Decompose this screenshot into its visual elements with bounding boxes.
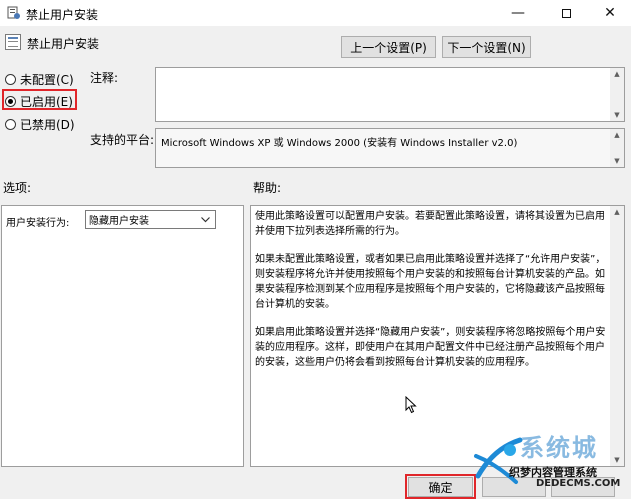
help-paragraph: 如果启用此策略设置并选择“隐藏用户安装”，则安装程序将忽略按照每个用户安装的应用…	[255, 327, 606, 368]
supported-label: 支持的平台:	[90, 133, 155, 147]
radio-enabled[interactable]: 已启用(E)	[5, 93, 73, 110]
next-setting-button[interactable]: 下一个设置(N)	[442, 36, 531, 58]
install-behavior-label: 用户安装行为:	[6, 218, 70, 229]
maximize-icon[interactable]	[543, 0, 589, 26]
radio-not-configured[interactable]: 未配置(C)	[5, 71, 74, 88]
policy-name: 禁止用户安装	[27, 37, 100, 51]
comment-scrollbar[interactable]: ▲ ▼	[610, 68, 624, 121]
mouse-cursor-icon	[405, 396, 417, 414]
radio-label: 已启用(E)	[20, 95, 73, 109]
policy-app-icon	[7, 6, 20, 19]
radio-label: 未配置(C)	[20, 73, 74, 87]
help-scrollbar[interactable]: ▲ ▼	[610, 206, 624, 466]
comment-textarea[interactable]: ▲ ▼	[155, 67, 625, 122]
supported-scrollbar[interactable]: ▲ ▼	[610, 129, 624, 167]
scroll-down-icon[interactable]: ▼	[610, 155, 624, 167]
policy-setting-icon	[5, 34, 21, 50]
help-paragraph: 使用此策略设置可以配置用户安装。若要配置此策略设置，请将其设置为已启用并使用下拉…	[255, 211, 605, 237]
radio-circle[interactable]	[5, 119, 16, 130]
radio-disabled[interactable]: 已禁用(D)	[5, 116, 75, 133]
radio-circle[interactable]	[5, 96, 16, 107]
help-paragraph: 如果未配置此策略设置，或者如果已启用此策略设置并选择了“允许用户安装”，则安装程…	[255, 254, 606, 310]
close-icon[interactable]: ✕	[587, 0, 631, 26]
options-label: 选项:	[3, 181, 32, 195]
chevron-down-icon	[201, 217, 210, 223]
ok-button[interactable]: 确定	[408, 477, 473, 497]
scroll-down-icon[interactable]: ▼	[610, 454, 624, 466]
scroll-down-icon[interactable]: ▼	[610, 109, 624, 121]
help-label: 帮助:	[253, 181, 282, 195]
comment-label: 注释:	[90, 71, 119, 85]
previous-setting-button[interactable]: 上一个设置(P)	[341, 36, 436, 58]
supported-platform-field: Microsoft Windows XP 或 Windows 2000 (安装有…	[155, 128, 625, 168]
dropdown-value: 隐藏用户安装	[89, 216, 149, 227]
scroll-up-icon[interactable]: ▲	[610, 68, 624, 80]
scroll-up-icon[interactable]: ▲	[610, 129, 624, 141]
options-panel: 用户安装行为: 隐藏用户安装	[1, 205, 244, 467]
supported-platform-value: Microsoft Windows XP 或 Windows 2000 (安装有…	[161, 138, 518, 149]
watermark-line2: DEDECMS.COM	[536, 478, 621, 489]
install-behavior-dropdown[interactable]: 隐藏用户安装	[85, 210, 216, 229]
window-title: 禁止用户安装	[26, 8, 99, 22]
scroll-up-icon[interactable]: ▲	[610, 206, 624, 218]
watermark-brand: 系统城	[520, 434, 598, 462]
radio-label: 已禁用(D)	[20, 118, 75, 132]
minimize-icon[interactable]: —	[495, 0, 541, 26]
radio-circle[interactable]	[5, 74, 16, 85]
